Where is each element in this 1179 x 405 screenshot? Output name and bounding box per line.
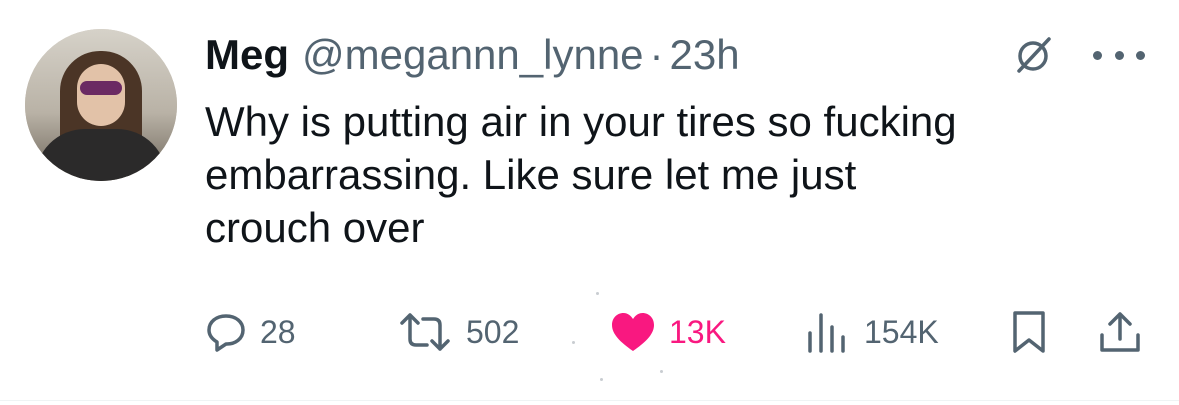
speck bbox=[572, 341, 575, 344]
views-button[interactable]: 154K bbox=[805, 307, 939, 357]
retweet-button[interactable]: 502 bbox=[397, 307, 519, 357]
tweet[interactable]: Meg @megannn_lynne · 23h Why is putting … bbox=[0, 0, 1179, 405]
grok-icon-graphic bbox=[1017, 37, 1051, 73]
retweet-icon bbox=[400, 313, 450, 351]
tweet-text: Why is putting air in your tires so fuck… bbox=[205, 98, 957, 251]
speck bbox=[596, 292, 599, 295]
speck bbox=[600, 378, 603, 381]
heart-icon bbox=[612, 313, 654, 351]
divider bbox=[0, 400, 1179, 401]
share-button[interactable] bbox=[1098, 307, 1142, 357]
more-dot bbox=[1114, 50, 1124, 60]
views-icon bbox=[808, 313, 845, 353]
like-button[interactable]: 13K bbox=[610, 307, 726, 357]
tweet-header: Meg @megannn_lynne · 23h bbox=[205, 25, 740, 85]
reply-count: 28 bbox=[260, 313, 296, 350]
bookmark-icon bbox=[1013, 311, 1045, 353]
avatar-sunglasses bbox=[80, 81, 122, 95]
like-count: 13K bbox=[669, 313, 726, 350]
bookmark-button[interactable] bbox=[1010, 307, 1048, 357]
author-name[interactable]: Meg bbox=[205, 25, 289, 85]
speck bbox=[660, 370, 663, 373]
retweet-count: 502 bbox=[466, 313, 520, 350]
reply-icon bbox=[207, 314, 245, 352]
author-handle[interactable]: @megannn_lynne bbox=[302, 25, 644, 85]
avatar-face bbox=[77, 64, 125, 126]
timestamp[interactable]: 23h bbox=[670, 25, 740, 85]
avatar[interactable] bbox=[25, 29, 177, 181]
share-icon bbox=[1100, 312, 1140, 352]
separator-dot: · bbox=[649, 31, 664, 78]
more-dot bbox=[1093, 50, 1102, 60]
views-count: 154K bbox=[864, 313, 939, 350]
more-icon[interactable] bbox=[1093, 40, 1145, 70]
grok-icon[interactable] bbox=[1013, 35, 1053, 75]
more-dot bbox=[1136, 50, 1145, 60]
reply-button[interactable]: 28 bbox=[205, 307, 296, 357]
action-bar: 28 502 13K 154K bbox=[0, 307, 1179, 357]
